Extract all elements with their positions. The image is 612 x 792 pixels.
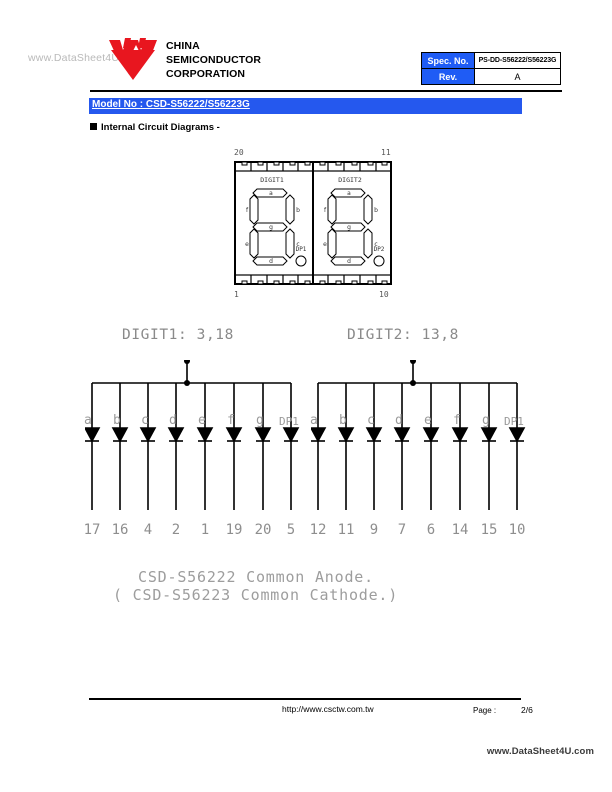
svg-text:b: b: [374, 207, 378, 214]
footer-page-label: Page :: [473, 706, 497, 715]
header-divider: [90, 90, 562, 92]
seg-label-f-left: f: [227, 413, 235, 428]
seg-label-g-right: g: [482, 413, 490, 428]
seg-label-e-left: e: [198, 413, 206, 428]
svg-text:DIGIT2: DIGIT2: [338, 176, 362, 184]
pin-number-left-1: 17: [83, 522, 101, 538]
company-line-1: CHINA: [166, 40, 200, 52]
spec-no-label: Spec. No.: [421, 52, 475, 69]
pin-number-right-7: 15: [480, 522, 498, 538]
spec-no-value: PS-DD-S56222/S56223G: [474, 52, 561, 69]
svg-text:DP2: DP2: [374, 246, 385, 253]
footer-url[interactable]: http://www.csctw.com.tw: [282, 704, 374, 714]
svg-text:g: g: [269, 224, 273, 231]
pin-number-left-6: 19: [225, 522, 243, 538]
pin-number-left-2: 16: [111, 522, 129, 538]
datasheet-page: www.DataSheet4U.com CHINA SEMICONDUCTOR …: [0, 0, 612, 792]
package-pin-1: 1: [234, 290, 239, 299]
seg-label-dp-right: DP1: [504, 415, 524, 428]
svg-text:a: a: [347, 190, 351, 197]
pin-number-right-5: 6: [426, 522, 436, 538]
model-banner-text: Model No : CSD-S56222/S56223G: [92, 99, 250, 110]
svg-text:f: f: [246, 207, 249, 214]
pin-number-left-4: 2: [171, 522, 181, 538]
seg-label-a-right: a: [310, 413, 318, 428]
spec-no-row: Spec. No. PS-DD-S56222/S56223G: [421, 52, 561, 69]
digit2-common-label: DIGIT2: 13,8: [347, 327, 459, 343]
watermark-bottom: www.DataSheet4U.com: [486, 746, 594, 757]
rev-value: A: [474, 68, 561, 85]
pin-number-right-8: 10: [508, 522, 526, 538]
svg-text:d: d: [269, 258, 273, 265]
seg-label-f-right: f: [453, 413, 461, 428]
caption-line-2: ( CSD-S56223 Common Cathode.): [113, 586, 399, 604]
caption-line-1: CSD-S56222 Common Anode.: [138, 568, 374, 586]
package-pin-20: 20: [234, 148, 244, 157]
package-outline-drawing: DIGIT1 a f b g e c d DP1 DIGIT2 a f b g …: [231, 152, 395, 295]
rev-label: Rev.: [421, 68, 475, 85]
rev-row: Rev. A: [421, 68, 561, 85]
package-pin-10: 10: [379, 290, 389, 299]
spec-table: Spec. No. PS-DD-S56222/S56223G Rev. A: [421, 52, 561, 85]
svg-text:DIGIT1: DIGIT1: [260, 176, 284, 184]
pin-number-left-7: 20: [254, 522, 272, 538]
company-line-3: CORPORATION: [166, 68, 246, 81]
svg-text:g: g: [347, 224, 351, 231]
seg-label-b-left: b: [113, 413, 121, 428]
company-line-2: SEMICONDUCTOR: [166, 54, 262, 67]
seg-label-c-left: c: [141, 413, 149, 428]
seg-label-a-left: a: [84, 413, 92, 428]
seg-label-c-right: c: [367, 413, 375, 428]
footer-page-value: 2/6: [521, 705, 533, 715]
company-chevron-logo-icon: [107, 36, 159, 82]
footer-divider: [89, 698, 521, 700]
section-title-text: Internal Circuit Diagrams -: [101, 122, 220, 133]
seg-label-dp-left: DP1: [279, 415, 299, 428]
svg-text:e: e: [245, 241, 249, 248]
section-title: Internal Circuit Diagrams -: [90, 122, 220, 133]
pin-number-right-2: 11: [337, 522, 355, 538]
digit1-common-label: DIGIT1: 3,18: [122, 327, 234, 343]
svg-text:e: e: [323, 241, 327, 248]
pin-number-right-4: 7: [397, 522, 407, 538]
seg-label-b-right: b: [339, 413, 347, 428]
seg-label-d-left: d: [169, 413, 177, 428]
pin-number-left-5: 1: [200, 522, 210, 538]
pin-number-left-8: 5: [286, 522, 296, 538]
pin-number-left-3: 4: [143, 522, 153, 538]
seg-label-g-left: g: [256, 413, 264, 428]
svg-text:b: b: [296, 207, 300, 214]
pin-number-right-6: 14: [451, 522, 469, 538]
svg-text:a: a: [269, 190, 273, 197]
company-name: CHINA SEMICONDUCTOR CORPORATION: [166, 39, 261, 82]
seg-label-d-right: d: [395, 413, 403, 428]
svg-text:DP1: DP1: [296, 246, 307, 253]
svg-text:f: f: [324, 207, 327, 214]
pin-number-right-3: 9: [369, 522, 379, 538]
black-square-bullet-icon: [90, 123, 97, 130]
package-pin-11: 11: [381, 148, 391, 157]
pin-number-right-1: 12: [309, 522, 327, 538]
svg-text:d: d: [347, 258, 351, 265]
seg-label-e-right: e: [424, 413, 432, 428]
